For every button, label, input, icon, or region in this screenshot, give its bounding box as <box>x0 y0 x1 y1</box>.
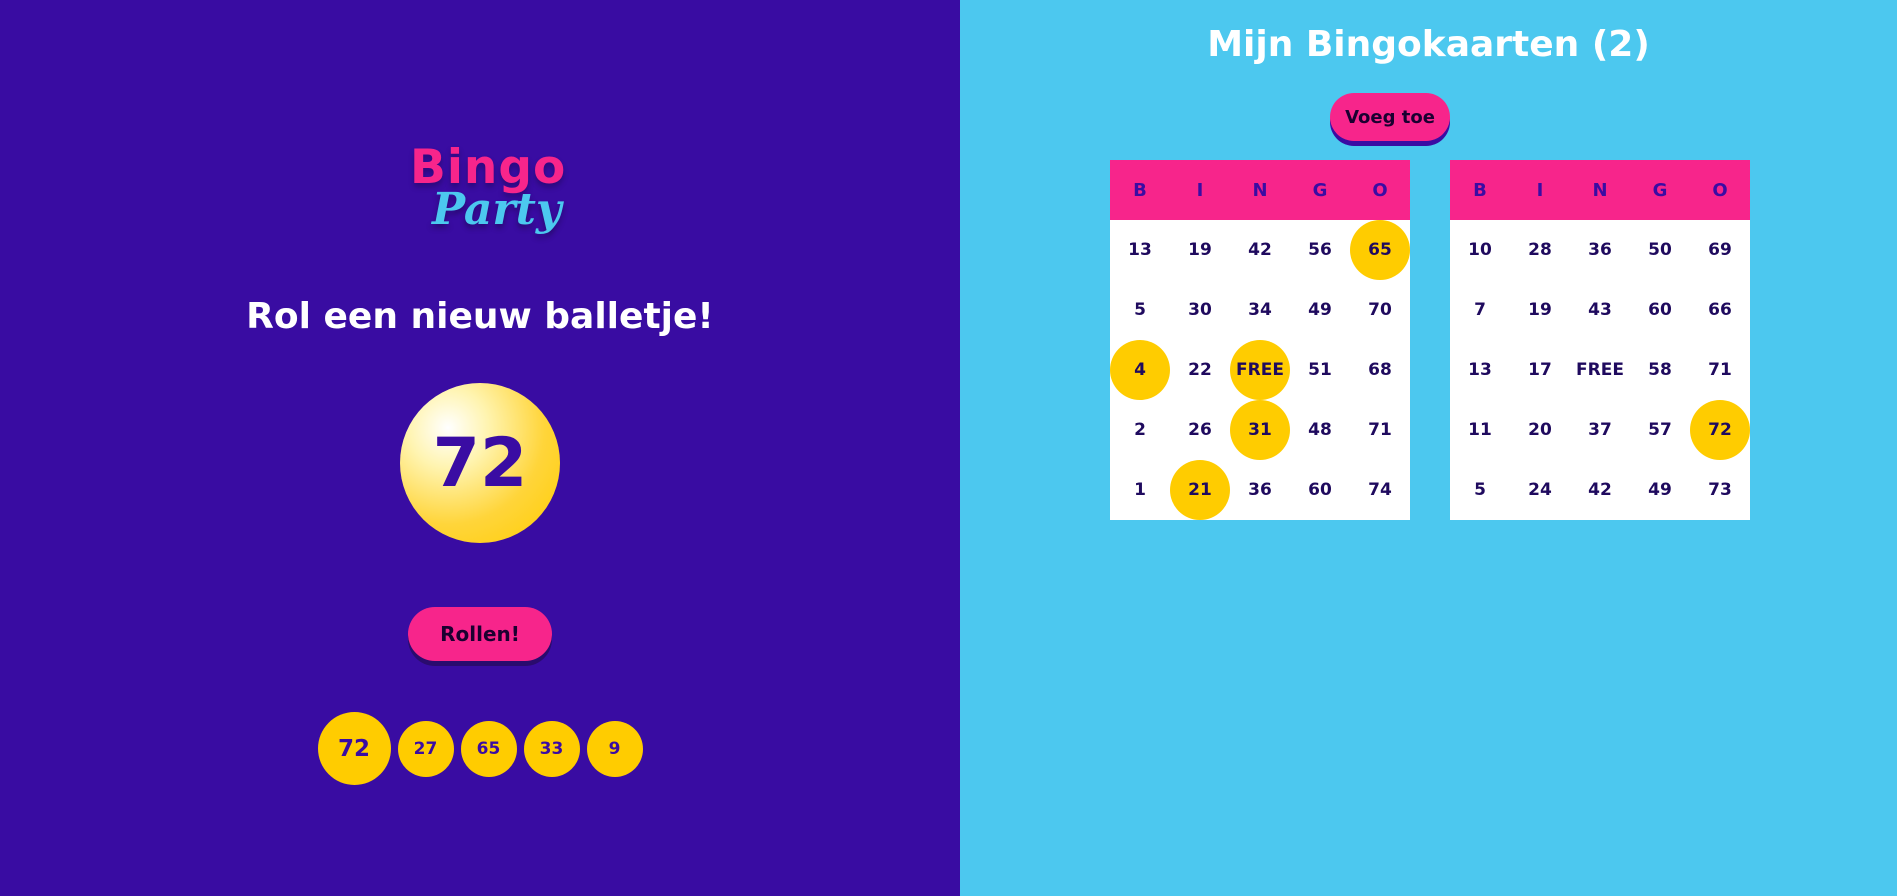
drawn-balls-history: 72 27 65 33 9 <box>0 712 960 785</box>
card-cell[interactable]: 66 <box>1690 280 1750 340</box>
card-cell[interactable]: 43 <box>1570 280 1630 340</box>
column-header-g: G <box>1652 179 1668 201</box>
history-ball: 27 <box>397 720 454 777</box>
card-grid: 10 28 36 50 69 7 19 43 60 66 13 17 FREE 58 71 11 20 37 57 7… <box>1450 220 1750 520</box>
card-cell[interactable]: 4 <box>1110 340 1170 400</box>
card-cell[interactable]: 56 <box>1290 220 1350 280</box>
card-cell[interactable]: 65 <box>1350 220 1410 280</box>
card-cell[interactable]: 7 <box>1450 280 1510 340</box>
card-header: B I N G O <box>1110 160 1410 220</box>
card-cell[interactable]: 19 <box>1170 220 1230 280</box>
card-cell[interactable]: 10 <box>1450 220 1510 280</box>
card-cell[interactable]: 36 <box>1230 460 1290 520</box>
card-cell[interactable]: 31 <box>1230 400 1290 460</box>
card-cell[interactable]: FREE <box>1230 340 1290 400</box>
column-header-n: N <box>1592 179 1608 201</box>
history-ball: 65 <box>460 720 517 777</box>
column-header-n: N <box>1252 179 1268 201</box>
column-header-i: I <box>1536 179 1544 201</box>
card-cell[interactable]: 58 <box>1630 340 1690 400</box>
card-cell[interactable]: 2 <box>1110 400 1170 460</box>
card-cell[interactable]: 26 <box>1170 400 1230 460</box>
card-cell[interactable]: 57 <box>1630 400 1690 460</box>
card-cell[interactable]: 5 <box>1450 460 1510 520</box>
card-cell[interactable]: 13 <box>1450 340 1510 400</box>
column-header-b: B <box>1473 179 1487 201</box>
history-ball: 9 <box>586 720 643 777</box>
card-cell[interactable]: 11 <box>1450 400 1510 460</box>
card-cell[interactable]: 13 <box>1110 220 1170 280</box>
card-cell[interactable]: 49 <box>1630 460 1690 520</box>
column-header-o: O <box>1372 179 1388 201</box>
card-cell[interactable]: 36 <box>1570 220 1630 280</box>
roll-headline: Rol een nieuw balletje! <box>246 296 714 337</box>
column-header-g: G <box>1312 179 1328 201</box>
card-cell[interactable]: 21 <box>1170 460 1230 520</box>
roll-button[interactable]: Rollen! <box>408 607 552 661</box>
bingo-card-1: B I N G O 13 19 42 56 65 5 30 34 49 70 4 22 FREE 51 68… <box>1110 160 1410 520</box>
card-cell[interactable]: 60 <box>1290 460 1350 520</box>
card-cell[interactable]: 50 <box>1630 220 1690 280</box>
card-cell[interactable]: 48 <box>1290 400 1350 460</box>
card-cell[interactable]: 1 <box>1110 460 1170 520</box>
logo-party-text: Party <box>432 184 562 235</box>
card-cell[interactable]: 68 <box>1350 340 1410 400</box>
card-grid: 13 19 42 56 65 5 30 34 49 70 4 22 FREE 51 68 2 26 31 48 71 1… <box>1110 220 1410 520</box>
card-cell[interactable]: 24 <box>1510 460 1570 520</box>
card-cell[interactable]: 51 <box>1290 340 1350 400</box>
cards-title: Mijn Bingokaarten (2) <box>1207 24 1650 65</box>
card-cell[interactable]: 37 <box>1570 400 1630 460</box>
card-header: B I N G O <box>1450 160 1750 220</box>
card-cell[interactable]: 70 <box>1350 280 1410 340</box>
history-ball: 33 <box>523 720 580 777</box>
card-cell[interactable]: 42 <box>1570 460 1630 520</box>
card-cell[interactable]: FREE <box>1570 340 1630 400</box>
card-cell[interactable]: 72 <box>1690 400 1750 460</box>
card-cell[interactable]: 22 <box>1170 340 1230 400</box>
card-cell[interactable]: 74 <box>1350 460 1410 520</box>
card-cell[interactable]: 34 <box>1230 280 1290 340</box>
card-cell[interactable]: 5 <box>1110 280 1170 340</box>
card-cell[interactable]: 71 <box>1350 400 1410 460</box>
bingo-party-logo: Bingo Party <box>410 140 565 245</box>
column-header-b: B <box>1133 179 1147 201</box>
card-cell[interactable]: 49 <box>1290 280 1350 340</box>
card-cell[interactable]: 19 <box>1510 280 1570 340</box>
roll-panel: Bingo Party Rol een nieuw balletje! 72 R… <box>0 0 960 896</box>
card-cell[interactable]: 42 <box>1230 220 1290 280</box>
card-cell[interactable]: 17 <box>1510 340 1570 400</box>
card-cell[interactable]: 60 <box>1630 280 1690 340</box>
history-ball: 72 <box>317 712 391 785</box>
card-cell[interactable]: 30 <box>1170 280 1230 340</box>
card-cell[interactable]: 28 <box>1510 220 1570 280</box>
add-card-button[interactable]: Voeg toe <box>1330 93 1450 141</box>
card-cell[interactable]: 71 <box>1690 340 1750 400</box>
column-header-i: I <box>1196 179 1204 201</box>
current-ball: 72 <box>400 383 560 543</box>
card-cell[interactable]: 20 <box>1510 400 1570 460</box>
column-header-o: O <box>1712 179 1728 201</box>
card-cell[interactable]: 69 <box>1690 220 1750 280</box>
card-cell[interactable]: 73 <box>1690 460 1750 520</box>
bingo-card-2: B I N G O 10 28 36 50 69 7 19 43 60 66 13 17 FREE 58 7… <box>1450 160 1750 520</box>
cards-panel: Mijn Bingokaarten (2) Voeg toe B I N G O… <box>960 0 1897 896</box>
